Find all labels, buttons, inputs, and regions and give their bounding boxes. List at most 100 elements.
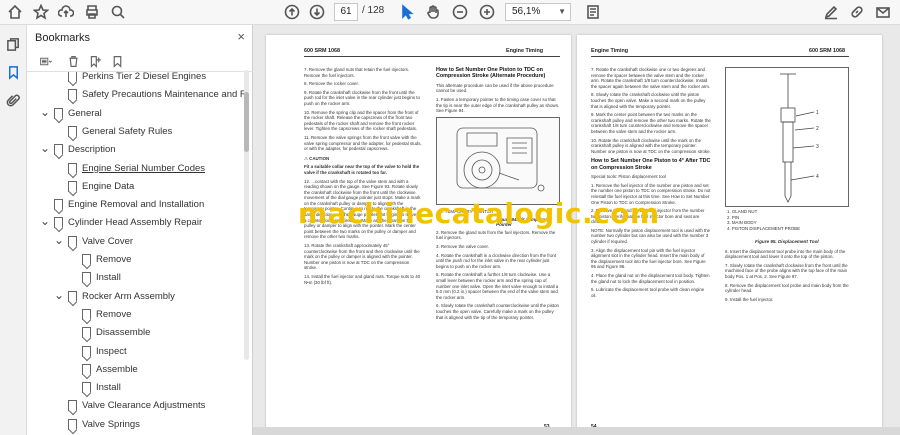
bookmark-icon bbox=[68, 89, 77, 101]
bookmark-item[interactable]: ⌄ Rocker Arm Assembly bbox=[27, 288, 245, 306]
close-icon[interactable]: × bbox=[237, 29, 245, 44]
chevron-down-icon[interactable]: ⌄ bbox=[54, 233, 64, 247]
bookmark-label: Assemble bbox=[96, 363, 138, 375]
zoom-out-icon[interactable] bbox=[451, 3, 469, 21]
step-paragraph: 8. Remove the displacement tool probe an… bbox=[725, 282, 849, 294]
bookmark-item[interactable]: Valve Clearance Adjustments bbox=[27, 397, 245, 415]
page-header-left: 600 SRM 1068 bbox=[304, 48, 340, 54]
pages-thumbnails-icon[interactable] bbox=[4, 35, 22, 53]
bookmark-icon bbox=[68, 72, 77, 82]
bookmark-icon bbox=[68, 162, 77, 174]
figure-95-legend: 1. GLAND NUT 2. PIN 3. MAIN BODY 4. PISTON … bbox=[727, 209, 800, 231]
search-icon[interactable] bbox=[109, 3, 127, 21]
page-down-icon[interactable] bbox=[308, 3, 326, 21]
expand-bookmark-icon[interactable] bbox=[109, 53, 125, 69]
page-number-input[interactable]: 61 bbox=[334, 3, 358, 21]
caution-heading: ⚠ CAUTION bbox=[304, 155, 330, 161]
delete-bookmark-icon[interactable] bbox=[65, 53, 81, 69]
step-paragraph: 7. Slowly rotate the crankshaft clockwis… bbox=[725, 262, 848, 279]
bookmark-icon bbox=[54, 217, 63, 229]
bookmark-label: Engine Serial Number Codes bbox=[82, 162, 206, 174]
note-text: NOTE: Normally the piston displacement t… bbox=[591, 227, 711, 245]
hand-tool-icon[interactable] bbox=[424, 3, 442, 21]
special-tools: Special tools: Piston displacement tool bbox=[591, 174, 666, 180]
bookmark-item[interactable]: ⌄ Description bbox=[27, 141, 245, 159]
figure-95-caption: Figure 95. Displacement Tool bbox=[755, 239, 819, 244]
bookmark-label: Description bbox=[68, 144, 116, 156]
bookmark-label: Perkins Tier 2 Diesel Engines bbox=[82, 72, 207, 82]
bookmark-item[interactable]: Remove bbox=[27, 306, 245, 324]
step-paragraph: 5. Rotate the crankshaft a further 1/8 t… bbox=[436, 272, 559, 300]
chevron-down-icon: ▼ bbox=[558, 7, 566, 16]
step-paragraph: 10. Remove the spring clip and the space… bbox=[304, 109, 419, 132]
bookmark-item[interactable]: General Safety Rules bbox=[27, 123, 245, 141]
bookmarks-scrollbar-thumb[interactable] bbox=[244, 92, 249, 152]
step-paragraph: 5. Lubricate the displacement tool probe… bbox=[591, 287, 705, 298]
bookmark-label: General Safety Rules bbox=[82, 125, 173, 137]
chevron-down-icon[interactable]: ⌄ bbox=[40, 105, 50, 119]
section-title: How to Set Number One Piston to TDC on C… bbox=[436, 67, 546, 80]
bookmark-icon bbox=[68, 290, 77, 302]
right-page-column-2: 1 2 3 4 1. GLAND NUT 2. PIN 3. MAIN BODY 4.… bbox=[725, 67, 849, 305]
scroll-mode-icon[interactable] bbox=[584, 3, 602, 21]
chevron-down-icon[interactable]: ⌄ bbox=[54, 288, 64, 302]
bookmark-item[interactable]: Valve Springs bbox=[27, 416, 245, 434]
bookmark-label: Install bbox=[96, 382, 121, 394]
step-paragraph: 8. Remove the rocker cover. bbox=[304, 81, 359, 87]
bookmark-label: Inspect bbox=[96, 345, 127, 357]
share-link-icon[interactable] bbox=[848, 3, 866, 21]
viewer-horizontal-scrollbar[interactable] bbox=[253, 427, 900, 435]
bookmark-item[interactable]: Remove bbox=[27, 251, 245, 269]
select-cursor-icon[interactable] bbox=[398, 3, 416, 21]
new-bookmark-icon[interactable] bbox=[87, 53, 103, 69]
bookmark-item[interactable]: ⌄ Cylinder Head Assembly Repair bbox=[27, 214, 245, 232]
home-icon[interactable] bbox=[6, 3, 24, 21]
displacement-tool-drawing: 1 2 3 4 bbox=[780, 73, 819, 203]
bookmark-icon bbox=[82, 272, 91, 284]
options-menu-icon[interactable] bbox=[35, 53, 57, 69]
step-paragraph: 9. Install the fuel injector. bbox=[725, 296, 774, 302]
chevron-down-icon[interactable]: ⌄ bbox=[40, 141, 50, 155]
bookmark-item[interactable]: Engine Serial Number Codes bbox=[27, 160, 245, 178]
step-paragraph: 11. Remove the valve springs from the fr… bbox=[304, 134, 422, 152]
bookmark-label: Remove bbox=[96, 308, 132, 320]
bookmark-icon[interactable] bbox=[4, 63, 22, 81]
bookmark-icon bbox=[54, 107, 63, 119]
bookmark-tree: Perkins Tier 2 Diesel Engines Safety Prec… bbox=[27, 72, 245, 435]
bookmark-item[interactable]: Engine Data bbox=[27, 178, 245, 196]
bookmarks-panel: Bookmarks × Perkins Tier 2 Diesel Engine… bbox=[27, 25, 253, 435]
bookmark-icon bbox=[82, 308, 91, 320]
step-paragraph: 4. Place the gland nut on the displaceme… bbox=[591, 273, 710, 284]
document-viewer[interactable]: 600 SRM 1068 Engine Timing 7. Remove the… bbox=[253, 25, 900, 435]
bookmark-label: Disassemble bbox=[96, 327, 151, 339]
figure-95: 1 2 3 4 1. GLAND NUT 2. PIN 3. MAIN BODY 4.… bbox=[725, 67, 849, 237]
bookmark-item[interactable]: Assemble bbox=[27, 361, 245, 379]
print-icon[interactable] bbox=[83, 3, 101, 21]
page-header-right: Engine Timing bbox=[506, 48, 544, 54]
page-up-icon[interactable] bbox=[283, 3, 301, 21]
bookmark-label: Rocker Arm Assembly bbox=[82, 290, 175, 302]
bookmark-icon bbox=[82, 327, 91, 339]
step-paragraph: 3. Remove the valve cover. bbox=[436, 243, 489, 249]
panel-title: Bookmarks bbox=[35, 32, 91, 44]
star-icon[interactable] bbox=[32, 3, 50, 21]
bookmark-label: Valve Clearance Adjustments bbox=[82, 400, 206, 412]
chevron-down-icon[interactable]: ⌄ bbox=[40, 214, 50, 228]
bookmarks-toolbar bbox=[27, 50, 253, 72]
bookmark-item[interactable]: Engine Removal and Installation bbox=[27, 196, 245, 214]
zoom-in-icon[interactable] bbox=[478, 3, 496, 21]
mail-icon[interactable] bbox=[874, 3, 892, 21]
bookmark-item[interactable]: ⌄ Valve Cover bbox=[27, 233, 245, 251]
bookmark-item[interactable]: Safety Precautions Maintenance and Repai… bbox=[27, 86, 245, 104]
zoom-select[interactable]: 56,1% ▼ bbox=[505, 3, 571, 21]
bookmark-item[interactable]: Install bbox=[27, 269, 245, 287]
figure-95-image: 1 2 3 4 bbox=[725, 67, 849, 207]
bookmark-item[interactable]: Inspect bbox=[27, 343, 245, 361]
cloud-upload-icon[interactable] bbox=[57, 3, 75, 21]
sign-pen-icon[interactable] bbox=[822, 3, 840, 21]
bookmark-item[interactable]: ⌄ General bbox=[27, 105, 245, 123]
bookmark-item[interactable]: Disassemble bbox=[27, 324, 245, 342]
attachment-icon[interactable] bbox=[4, 91, 22, 109]
bookmark-item[interactable]: Install bbox=[27, 379, 245, 397]
bookmark-item[interactable]: Perkins Tier 2 Diesel Engines bbox=[27, 72, 245, 86]
